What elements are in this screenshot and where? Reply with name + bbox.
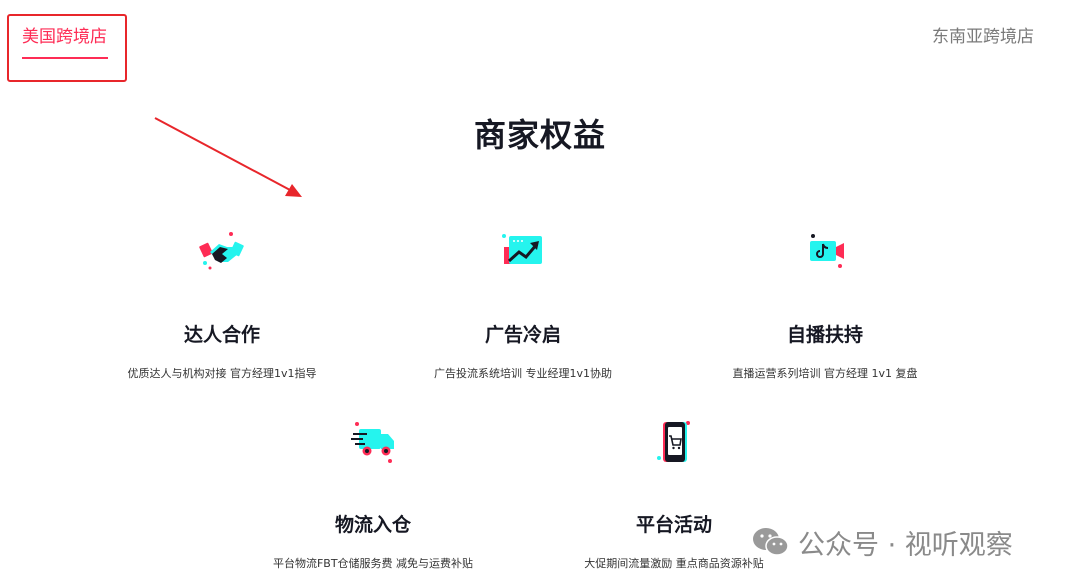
benefit-title: 物流入仓 — [334, 514, 411, 536]
handshake-icon — [199, 232, 244, 270]
tab-sea-label: 东南亚跨境店 — [932, 27, 1034, 47]
section-title: 商家权益 — [473, 116, 606, 154]
phone-cart-icon — [657, 421, 690, 462]
benefit-card-influencer: 达人合作 优质达人与机构对接 官方经理1v1指导 — [72, 230, 372, 381]
tab-sea-cross-border-store[interactable]: 东南亚跨境店 — [932, 22, 1034, 47]
benefit-card-ads: 广告冷启 广告投流系统培训 专业经理1v1协助 — [373, 230, 673, 381]
benefit-title: 达人合作 — [183, 324, 260, 346]
benefit-description: 优质达人与机构对接 官方经理1v1指导 — [127, 367, 317, 380]
wechat-icon — [753, 528, 789, 556]
benefit-card-live-stream: 自播扶持 直播运营系列培训 官方经理 1v1 复盘 — [675, 230, 975, 381]
benefit-description: 平台物流FBT仓储服务费 减免与运费补贴 — [272, 557, 474, 570]
trend-chart-icon — [502, 234, 542, 264]
video-camera-icon — [810, 234, 844, 268]
watermark-text: 公众号 · 视听观察 — [798, 529, 1013, 561]
delivery-truck-icon — [351, 422, 394, 463]
benefit-description: 广告投流系统培训 专业经理1v1协助 — [433, 367, 612, 380]
watermark: 公众号 · 视听观察 — [752, 522, 1013, 562]
benefit-description: 直播运营系列培训 官方经理 1v1 复盘 — [732, 367, 918, 380]
annotation-highlight-box — [7, 14, 127, 82]
benefit-card-logistics: 物流入仓 平台物流FBT仓储服务费 减免与运费补贴 — [223, 420, 523, 571]
benefit-title: 广告冷启 — [484, 324, 561, 346]
benefit-title: 自播扶持 — [786, 324, 863, 346]
